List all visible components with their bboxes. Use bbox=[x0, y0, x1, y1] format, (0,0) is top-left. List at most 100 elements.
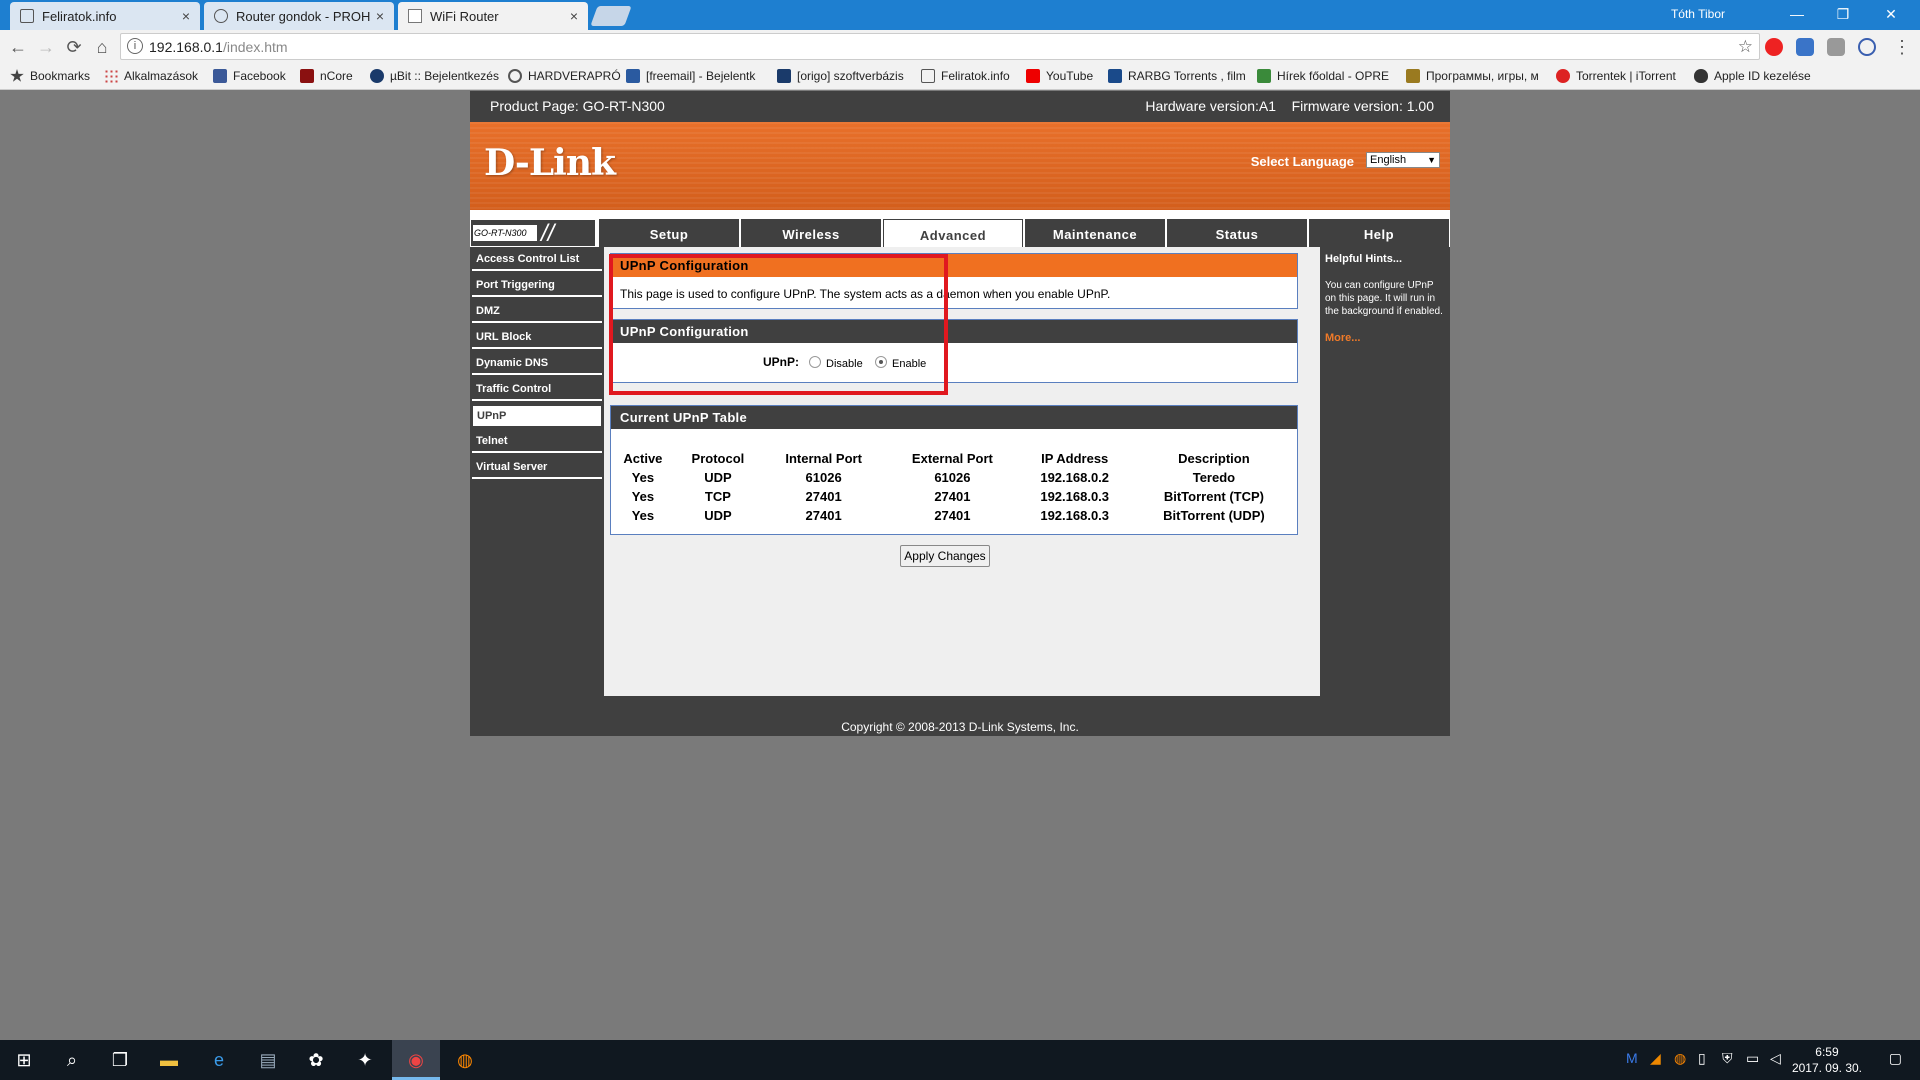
bookmark-item[interactable]: Программы, игры, м bbox=[1406, 69, 1539, 83]
tray-origin-icon[interactable]: ◍ bbox=[1674, 1050, 1686, 1067]
internet-explorer-icon[interactable]: e bbox=[205, 1046, 233, 1074]
sidebar-item-telnet[interactable]: Telnet bbox=[472, 431, 602, 453]
windows-start-icon[interactable]: ⊞ bbox=[10, 1046, 38, 1074]
task-view-icon[interactable]: ❐ bbox=[106, 1046, 134, 1074]
address-bar[interactable]: i 192.168.0.1/index.htm ☆ bbox=[120, 33, 1760, 60]
url-text: 192.168.0.1/index.htm bbox=[149, 39, 288, 55]
file-explorer-icon[interactable]: ▬ bbox=[155, 1046, 183, 1074]
bookmark-label: µBit :: Bejelentkezés bbox=[390, 69, 499, 83]
sidebar-item-virtual-server[interactable]: Virtual Server bbox=[472, 457, 602, 479]
app-icon[interactable]: ✦ bbox=[351, 1046, 379, 1074]
col-protocol: Protocol bbox=[691, 451, 745, 466]
bookmark-item[interactable]: Apple ID kezelése bbox=[1694, 69, 1811, 83]
sidebar-item-traffic-control[interactable]: Traffic Control bbox=[472, 379, 602, 401]
rarbg-icon bbox=[1108, 69, 1122, 83]
info-icon[interactable]: i bbox=[127, 38, 143, 54]
tray-network-icon[interactable]: ▭ bbox=[1746, 1050, 1759, 1067]
browser-tab-wifi-router[interactable]: WiFi Router × bbox=[398, 2, 588, 30]
close-tab-icon[interactable]: × bbox=[376, 8, 384, 24]
apply-changes-button[interactable]: Apply Changes bbox=[900, 545, 990, 567]
cell-description: Teredo bbox=[1192, 470, 1236, 485]
close-tab-icon[interactable]: × bbox=[570, 8, 578, 24]
slash-decoration: // bbox=[541, 220, 555, 247]
app-icon[interactable]: ✿ bbox=[302, 1046, 330, 1074]
bookmark-item[interactable]: Feliratok.info bbox=[921, 69, 1010, 83]
table-title: Current UPnP Table bbox=[611, 406, 1297, 429]
tray-shield-icon[interactable]: ⛨ bbox=[1722, 1050, 1733, 1067]
tray-volume-icon[interactable]: ◁ bbox=[1770, 1050, 1781, 1067]
block-extension-icon[interactable] bbox=[1858, 38, 1876, 56]
windows-taskbar: ⊞ ⌕ ❐ ▬ e ▤ ✿ ✦ ◉ ◍ M ◢ ◍ ▯ ⛨ ▭ ◁ 6:59 2… bbox=[0, 1040, 1920, 1080]
bookmark-label: nCore bbox=[320, 69, 353, 83]
back-icon[interactable]: ← bbox=[6, 35, 30, 59]
col-ip-address: IP Address bbox=[1041, 451, 1109, 466]
opera-extension-icon[interactable] bbox=[1765, 38, 1783, 56]
bookmark-item[interactable]: YouTube bbox=[1026, 69, 1093, 83]
bookmark-item[interactable]: nCore bbox=[300, 69, 353, 83]
sidebar-item-upnp[interactable]: UPnP bbox=[472, 405, 602, 427]
browser-tab-router-gondok[interactable]: Router gondok - PROHA × bbox=[204, 2, 394, 30]
bookmark-label: Feliratok.info bbox=[941, 69, 1010, 83]
cell-external-port: 61026 bbox=[934, 470, 971, 485]
cell-active: Yes bbox=[631, 470, 655, 485]
bookmark-item[interactable]: [origo] szoftverbázis bbox=[777, 69, 904, 83]
bookmark-item[interactable]: µBit :: Bejelentkezés bbox=[370, 69, 499, 83]
bookmarks-bar: Bookmarks Alkalmazások Facebook nCore µB… bbox=[0, 64, 1920, 90]
menu-icon[interactable]: ⋮ bbox=[1890, 35, 1914, 59]
new-tab-button[interactable] bbox=[590, 6, 632, 26]
tab-maintenance[interactable]: Maintenance bbox=[1025, 219, 1165, 247]
upnp-table: Active Protocol Internal Port External P… bbox=[611, 449, 1297, 525]
sidebar-item-port-triggering[interactable]: Port Triggering bbox=[472, 275, 602, 297]
more-link[interactable]: More... bbox=[1325, 332, 1445, 344]
bookmark-label: Apple ID kezelése bbox=[1714, 69, 1811, 83]
model-label: GO-RT-N300 bbox=[473, 225, 537, 241]
bookmark-label: Hírek főoldal - OPRE bbox=[1277, 69, 1390, 83]
close-window-icon[interactable]: ✕ bbox=[1868, 0, 1914, 28]
tray-app-icon[interactable]: M bbox=[1626, 1050, 1638, 1066]
close-tab-icon[interactable]: × bbox=[182, 8, 190, 24]
bookmark-item[interactable]: Torrentek | iTorrent bbox=[1556, 69, 1676, 83]
bookmark-item[interactable]: HARDVERAPRÓ bbox=[508, 69, 621, 83]
bookmark-item[interactable]: RARBG Torrents , film bbox=[1108, 69, 1246, 83]
chrome-icon[interactable]: ◉ bbox=[402, 1046, 430, 1074]
ncore-icon bbox=[300, 69, 314, 83]
tray-usb-icon[interactable]: ▯ bbox=[1698, 1050, 1706, 1067]
sidebar-item-dmz[interactable]: DMZ bbox=[472, 301, 602, 323]
bookmark-item[interactable]: Facebook bbox=[213, 69, 286, 83]
reload-icon[interactable]: ⟳ bbox=[62, 35, 86, 59]
tab-status[interactable]: Status bbox=[1167, 219, 1307, 247]
bookmark-label: RARBG Torrents , film bbox=[1128, 69, 1246, 83]
origin-icon[interactable]: ◍ bbox=[451, 1046, 479, 1074]
cell-active: Yes bbox=[631, 508, 655, 523]
bookmark-item[interactable]: Alkalmazások bbox=[104, 69, 198, 83]
restore-icon[interactable]: ❐ bbox=[1820, 0, 1866, 28]
taskbar-clock[interactable]: 6:59 2017. 09. 30. bbox=[1792, 1044, 1862, 1076]
tab-wireless[interactable]: Wireless bbox=[741, 219, 881, 247]
action-center-icon[interactable]: ▢ bbox=[1889, 1050, 1902, 1067]
forward-icon[interactable]: → bbox=[34, 35, 58, 59]
dropdown-arrow-icon: ▼ bbox=[1427, 155, 1436, 165]
bookmark-item[interactable]: [freemail] - Bejelentk bbox=[626, 69, 755, 83]
search-icon[interactable]: ⌕ bbox=[58, 1046, 86, 1074]
tab-help[interactable]: Help bbox=[1309, 219, 1449, 247]
profile-name[interactable]: Tóth Tibor bbox=[1671, 7, 1725, 21]
tray-vlc-icon[interactable]: ◢ bbox=[1650, 1050, 1661, 1067]
minimize-icon[interactable]: — bbox=[1774, 0, 1820, 28]
sidebar-item-url-block[interactable]: URL Block bbox=[472, 327, 602, 349]
browser-tab-feliratok[interactable]: Feliratok.info × bbox=[10, 2, 200, 30]
cell-internal-port: 61026 bbox=[805, 470, 842, 485]
tab-advanced[interactable]: Advanced bbox=[883, 219, 1023, 247]
bookmark-item[interactable]: Bookmarks bbox=[10, 69, 90, 83]
home-icon[interactable]: ⌂ bbox=[90, 35, 114, 59]
notepad-icon[interactable]: ▤ bbox=[254, 1046, 282, 1074]
itorrent-icon bbox=[1556, 69, 1570, 83]
sidebar-item-dynamic-dns[interactable]: Dynamic DNS bbox=[472, 353, 602, 375]
sidebar-item-access-control-list[interactable]: Access Control List bbox=[472, 249, 602, 271]
extension-icon[interactable] bbox=[1827, 38, 1845, 56]
bookmark-star-icon[interactable]: ☆ bbox=[1738, 37, 1753, 57]
dlink-logo: D-Link bbox=[484, 142, 616, 184]
language-select[interactable]: English ▼ bbox=[1366, 152, 1440, 168]
bookmark-item[interactable]: Hírek főoldal - OPRE bbox=[1257, 69, 1389, 83]
tab-setup[interactable]: Setup bbox=[599, 219, 739, 247]
mail-extension-icon[interactable] bbox=[1796, 38, 1814, 56]
